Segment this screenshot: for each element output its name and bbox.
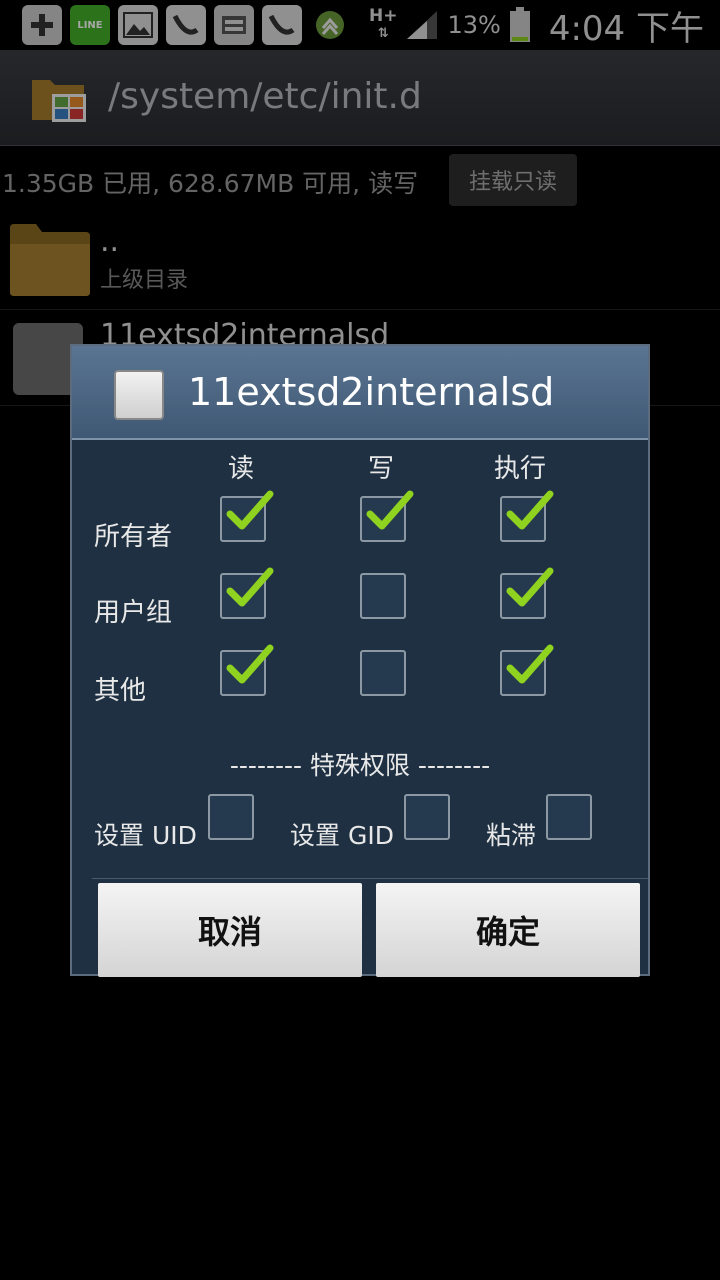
setuid-checkbox[interactable] bbox=[208, 794, 254, 840]
group-write-checkbox[interactable] bbox=[360, 573, 406, 619]
checkmark-icon bbox=[226, 567, 274, 607]
others-read-checkbox[interactable] bbox=[220, 644, 274, 696]
checkmark-icon bbox=[506, 567, 554, 607]
checkmark-icon bbox=[226, 644, 274, 684]
owner-write-checkbox[interactable] bbox=[360, 490, 414, 542]
cancel-button[interactable]: 取消 bbox=[98, 883, 362, 977]
owner-exec-checkbox[interactable] bbox=[500, 490, 554, 542]
checkmark-icon bbox=[506, 490, 554, 530]
group-exec-checkbox[interactable] bbox=[500, 567, 554, 619]
permissions-dialog: 11extsd2internalsd 读 写 执行 所有者 用户组 其他 ---… bbox=[70, 344, 650, 977]
others-write-checkbox[interactable] bbox=[360, 650, 406, 696]
dialog-button-bar: 取消 确定 bbox=[92, 878, 648, 977]
select-file-checkbox[interactable] bbox=[114, 370, 164, 420]
row-label-owner: 所有者 bbox=[94, 522, 173, 552]
checkmark-icon bbox=[506, 644, 554, 684]
setgid-label: 设置 GID bbox=[290, 821, 394, 850]
special-permissions-title: -------- 特殊权限 -------- bbox=[229, 751, 491, 780]
ok-button[interactable]: 确定 bbox=[376, 883, 640, 977]
sticky-checkbox[interactable] bbox=[546, 794, 592, 840]
column-read: 读 bbox=[228, 454, 255, 484]
others-exec-checkbox[interactable] bbox=[500, 644, 554, 696]
group-read-checkbox[interactable] bbox=[220, 567, 274, 619]
checkmark-icon bbox=[226, 490, 274, 530]
column-write: 写 bbox=[368, 454, 395, 484]
sticky-label: 粘滞 bbox=[486, 821, 537, 850]
column-execute: 执行 bbox=[494, 454, 547, 484]
setgid-checkbox[interactable] bbox=[404, 794, 450, 840]
dialog-header: 11extsd2internalsd bbox=[72, 346, 648, 440]
owner-read-checkbox[interactable] bbox=[220, 490, 274, 542]
row-label-others: 其他 bbox=[94, 676, 147, 706]
setuid-label: 设置 UID bbox=[94, 821, 197, 850]
row-label-group: 用户组 bbox=[94, 598, 173, 628]
checkmark-icon bbox=[366, 490, 414, 530]
dialog-title: 11extsd2internalsd bbox=[188, 370, 555, 414]
